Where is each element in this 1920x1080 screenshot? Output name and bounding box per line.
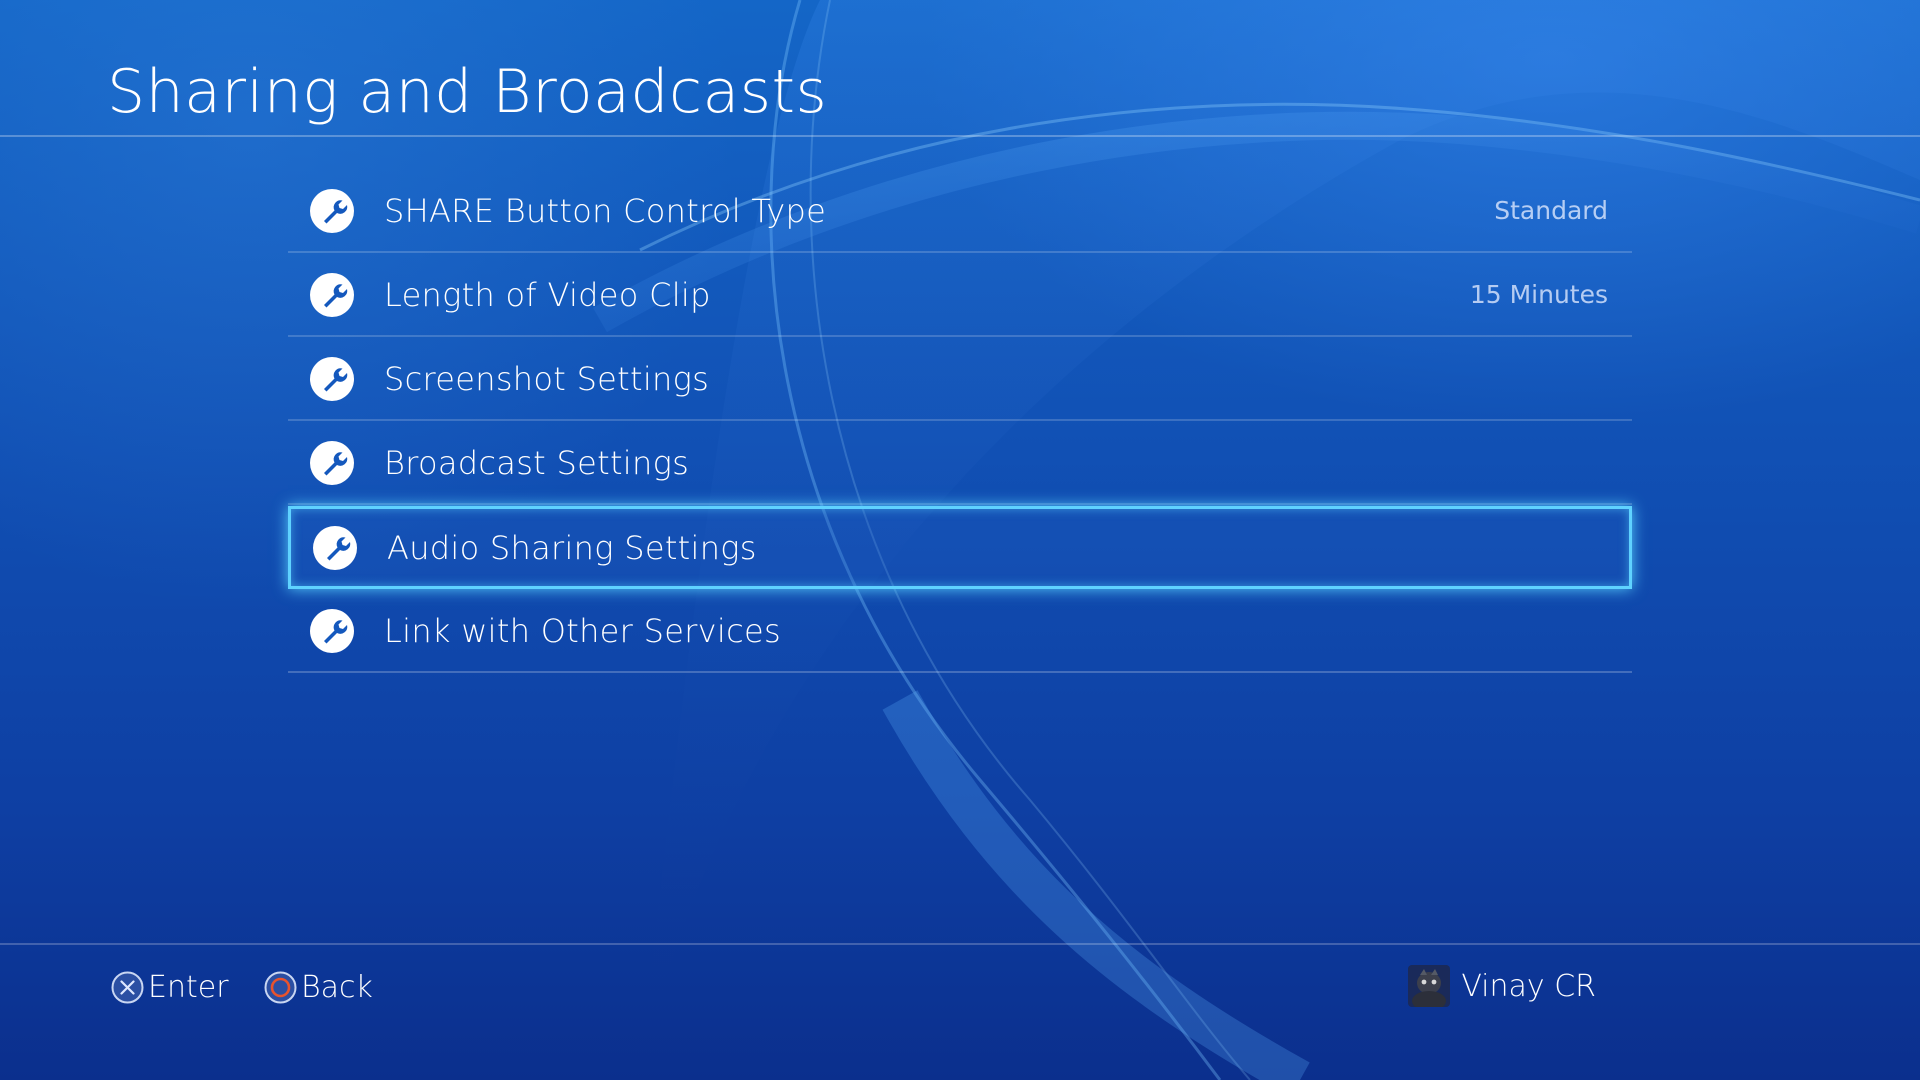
page-title: Sharing and Broadcasts [107, 57, 828, 127]
menu-item-label: SHARE Button Control Type [384, 191, 827, 230]
menu-item-audio-sharing-settings[interactable]: Audio Sharing Settings [288, 506, 1632, 589]
wrench-icon [310, 608, 354, 653]
wrench-icon [310, 188, 354, 233]
menu-item-label: Audio Sharing Settings [387, 528, 757, 567]
wrench-icon [310, 356, 354, 401]
menu-item-link-with-other-services[interactable]: Link with Other Services [288, 590, 1632, 673]
footer-bar: Enter Back Vinay CR [0, 945, 1920, 1080]
back-label: Back [301, 970, 373, 1005]
menu-item-length-of-video-clip[interactable]: Length of Video Clip 15 Minutes [288, 254, 1632, 337]
wrench-icon [313, 525, 357, 570]
enter-label: Enter [148, 970, 229, 1005]
wrench-icon [310, 440, 354, 485]
title-divider [0, 135, 1920, 137]
user-name: Vinay CR [1461, 968, 1596, 1004]
menu-item-share-button-control-type[interactable]: SHARE Button Control Type Standard [288, 170, 1632, 253]
menu-item-label: Screenshot Settings [384, 359, 710, 398]
menu-item-label: Broadcast Settings [384, 443, 690, 482]
menu-item-screenshot-settings[interactable]: Screenshot Settings [288, 338, 1632, 421]
back-hint[interactable]: Back [264, 970, 373, 1005]
settings-menu: SHARE Button Control Type Standard Lengt… [288, 170, 1632, 674]
wrench-icon [310, 272, 354, 317]
menu-item-value: Standard [1494, 196, 1608, 225]
menu-item-label: Link with Other Services [384, 611, 781, 650]
enter-hint[interactable]: Enter [111, 970, 229, 1005]
menu-item-broadcast-settings[interactable]: Broadcast Settings [288, 422, 1632, 505]
user-profile: Vinay CR [1408, 965, 1596, 1007]
avatar [1408, 965, 1451, 1007]
cross-button-icon [111, 971, 144, 1004]
circle-button-icon [264, 971, 297, 1004]
menu-item-label: Length of Video Clip [384, 275, 711, 314]
menu-item-value: 15 Minutes [1469, 280, 1608, 309]
